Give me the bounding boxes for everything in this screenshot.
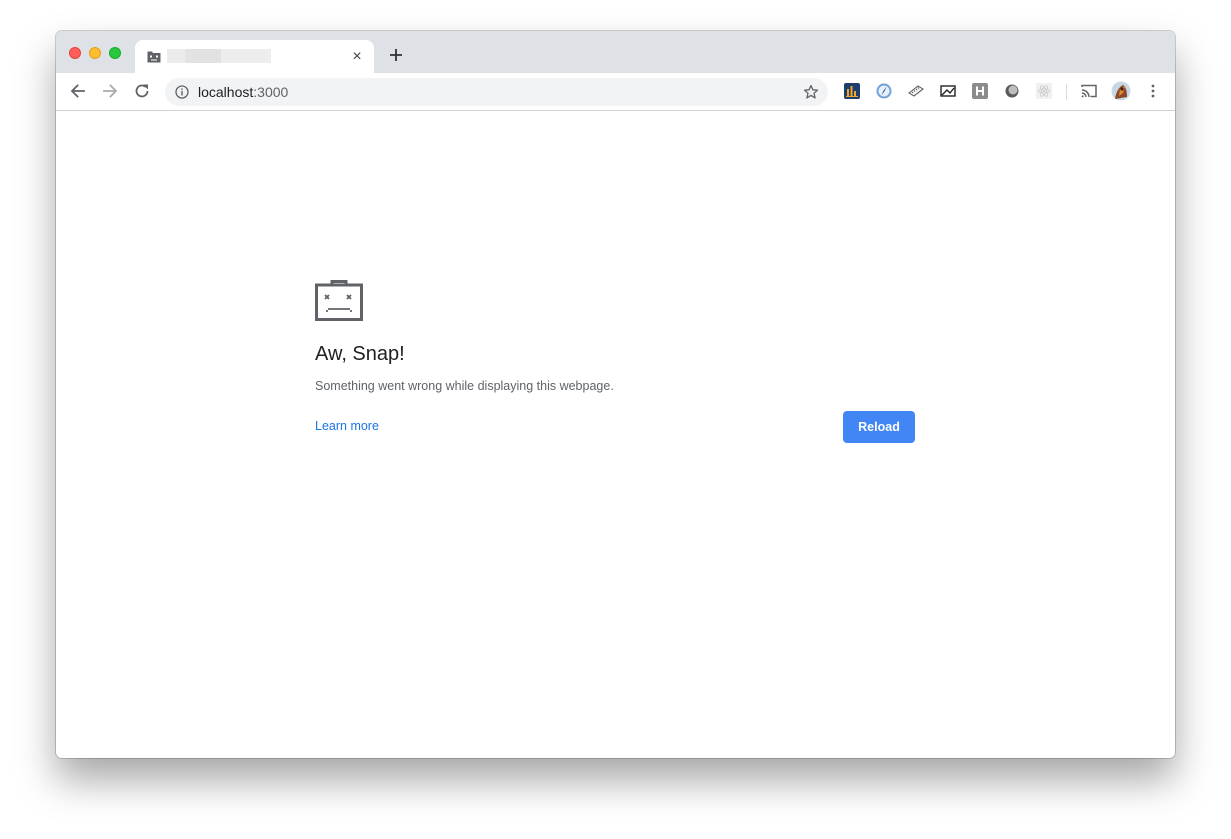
- tab-strip: ×: [56, 31, 1175, 73]
- tab-title-redacted: [167, 49, 271, 63]
- reload-button[interactable]: Reload: [843, 411, 915, 443]
- url-port: :3000: [253, 84, 289, 100]
- bookmark-star-icon[interactable]: [803, 84, 819, 100]
- screenshot-extension-icon[interactable]: [940, 83, 956, 99]
- cast-icon[interactable]: [1080, 82, 1098, 100]
- sad-tab-favicon-icon: [147, 51, 161, 63]
- tab-close-icon[interactable]: ×: [349, 49, 365, 65]
- learn-more-link[interactable]: Learn more: [315, 418, 379, 434]
- active-tab[interactable]: ×: [135, 40, 374, 73]
- back-icon[interactable]: [68, 81, 88, 101]
- browser-window: × localhost:3000 Aw, Snap! Something wen…: [56, 31, 1175, 758]
- url-text[interactable]: localhost:3000: [198, 84, 288, 100]
- avatar[interactable]: [1111, 81, 1131, 101]
- page-content: Aw, Snap! Something went wrong while dis…: [56, 111, 1175, 758]
- h-extension-icon[interactable]: [972, 83, 988, 99]
- toolbar: localhost:3000: [56, 73, 1175, 111]
- kebab-menu-icon[interactable]: [1145, 83, 1161, 99]
- toolbar-divider: [1066, 84, 1067, 100]
- minimize-window-button[interactable]: [89, 47, 101, 59]
- close-window-button[interactable]: [69, 47, 81, 59]
- new-tab-icon[interactable]: [386, 45, 406, 65]
- desktop: × localhost:3000 Aw, Snap! Something wen…: [0, 0, 1231, 839]
- compass-extension-icon[interactable]: [876, 83, 892, 99]
- address-bar[interactable]: localhost:3000: [165, 78, 828, 106]
- error-description: Something went wrong while displaying th…: [315, 379, 614, 393]
- ruler-extension-icon[interactable]: [908, 83, 924, 99]
- info-icon[interactable]: [175, 85, 189, 99]
- forward-icon[interactable]: [100, 81, 120, 101]
- zoom-window-button[interactable]: [109, 47, 121, 59]
- react-extension-icon[interactable]: [1036, 83, 1052, 99]
- circle-extension-icon[interactable]: [1004, 83, 1020, 99]
- chart-extension-icon[interactable]: [844, 83, 860, 99]
- sad-tab-icon: [315, 280, 363, 321]
- error-title: Aw, Snap!: [315, 343, 405, 365]
- url-host: localhost: [198, 84, 254, 100]
- reload-icon[interactable]: [132, 81, 152, 101]
